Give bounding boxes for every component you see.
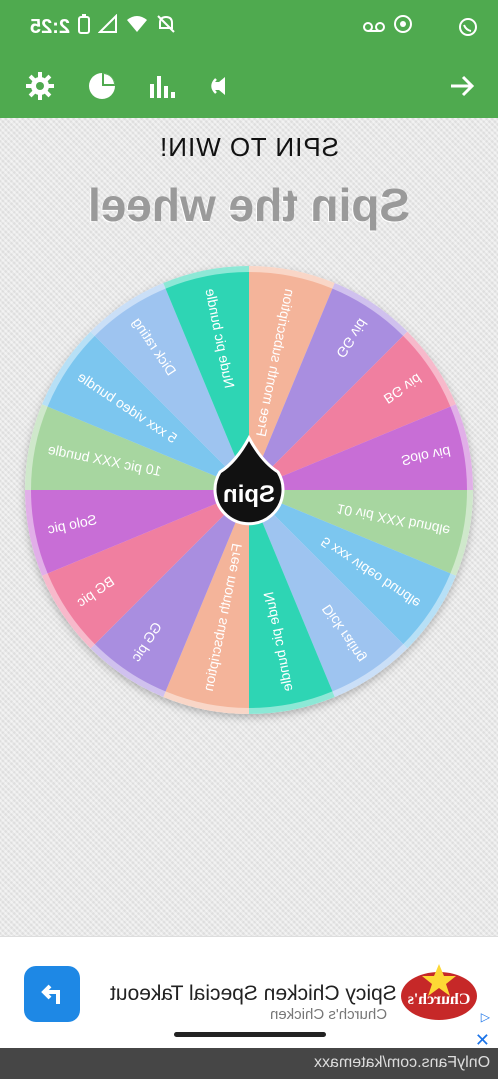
arrow-right-icon[interactable] (442, 66, 482, 106)
app-header: 2:25 (0, 0, 498, 118)
battery-icon (78, 14, 91, 40)
ad-title[interactable]: Spicy Chicken Special Takeout (110, 982, 397, 1006)
status-right-group (363, 14, 413, 40)
churchs-logo: Church's (398, 960, 480, 1026)
status-bar: 2:25 (0, 0, 498, 56)
ad-directions-button[interactable] (24, 966, 80, 1022)
sound-icon[interactable] (202, 66, 242, 106)
signal-icon (97, 13, 118, 40)
ad-subtitle: Church's Chicken (270, 1006, 388, 1023)
svg-text:Church's: Church's (408, 991, 471, 1008)
bottom-url-text: OnlyFans.com/katemaxx (313, 1054, 490, 1071)
voicemail-icon (363, 16, 385, 39)
prize-wheel[interactable]: Free month subscription GG vidBG vidSolo … (0, 240, 498, 740)
vpn-icon (393, 14, 413, 40)
ad-choices-icon[interactable]: ▷ (481, 1010, 490, 1024)
home-gesture-bar[interactable] (174, 1032, 326, 1037)
spin-the-wheel-heading: Spin the wheel (87, 179, 411, 231)
directions-arrow-icon (41, 984, 60, 1004)
spin-to-win-title: SPIN TO WIN! (158, 132, 340, 162)
spin-button-label: Spin (223, 481, 275, 508)
pie-chart-icon[interactable] (82, 66, 122, 106)
wifi-icon (126, 15, 148, 39)
bar-chart-icon[interactable] (142, 66, 182, 106)
mute-icon (156, 14, 176, 40)
gear-icon[interactable] (20, 66, 60, 106)
toolbar (0, 56, 498, 118)
status-left-group: 2:25 (30, 13, 176, 40)
whatsapp-icon (458, 14, 478, 40)
time-text: 2:25 (30, 15, 71, 38)
